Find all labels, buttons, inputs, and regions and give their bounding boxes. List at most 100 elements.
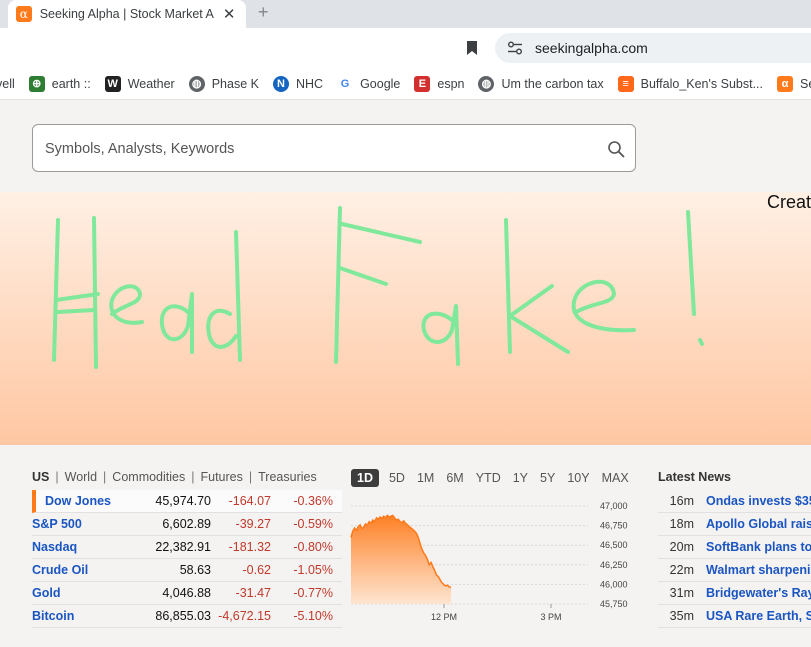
news-headline[interactable]: Bridgewater's Ray <box>706 586 811 600</box>
bookmark-item[interactable]: α Seek <box>777 75 811 92</box>
create-account-cta[interactable]: Creat <box>767 192 811 213</box>
index-chart[interactable]: 47,000 46,750 46,500 46,250 46,000 45,750 12 P… <box>348 494 648 629</box>
url-text: seekingalpha.com <box>535 40 648 56</box>
market-region-tabs: US | World | Commodities | Futures | Treasuries <box>32 470 317 484</box>
tab-separator: | <box>55 470 59 484</box>
tab-commodities[interactable]: Commodities <box>112 470 185 484</box>
quote-name[interactable]: Nasdaq <box>32 540 77 554</box>
bookmark-label: NHC <box>295 76 324 91</box>
quote-name[interactable]: Crude Oil <box>32 563 88 577</box>
range-1d[interactable]: 1D <box>351 469 379 487</box>
quote-name[interactable]: Bitcoin <box>32 609 74 623</box>
bookmark-item[interactable]: W Weather <box>104 75 175 92</box>
bookmark-label: vell <box>0 76 15 91</box>
quote-change: -164.07 <box>228 494 271 508</box>
news-item[interactable]: 35m USA Rare Earth, Se <box>658 605 811 628</box>
bookmark-item[interactable]: ⊕ earth :: <box>28 75 91 92</box>
tab-world[interactable]: World <box>65 470 97 484</box>
seeking-alpha-icon: α <box>777 75 794 92</box>
news-time: 31m <box>669 586 694 600</box>
range-10y[interactable]: 10Y <box>567 469 589 487</box>
range-1y[interactable]: 1Y <box>513 469 528 487</box>
news-item[interactable]: 31m Bridgewater's Ray <box>658 582 811 605</box>
handwritten-annotation <box>52 206 704 369</box>
search-input[interactable] <box>45 137 585 161</box>
bookmark-icon[interactable] <box>466 40 478 56</box>
search-icon[interactable] <box>607 140 625 158</box>
address-bar[interactable]: seekingalpha.com <box>495 33 811 63</box>
quote-change: -4,672.15 <box>218 609 271 623</box>
range-6m[interactable]: 6M <box>446 469 463 487</box>
bookmark-item[interactable]: G Google <box>337 76 401 92</box>
quote-name[interactable]: S&P 500 <box>32 517 82 531</box>
bookmark-item[interactable]: ≡ Buffalo_Ken's Subst... <box>617 75 764 92</box>
espn-icon: E <box>414 75 431 92</box>
bookmark-label: espn <box>437 76 465 91</box>
new-tab-button[interactable]: + <box>258 2 269 23</box>
bookmark-item[interactable]: vell <box>0 77 15 91</box>
quote-percent: -1.05% <box>293 563 333 577</box>
quote-name[interactable]: Dow Jones <box>45 494 111 508</box>
range-ytd[interactable]: YTD <box>476 469 501 487</box>
tab-futures[interactable]: Futures <box>200 470 242 484</box>
quote-price: 4,046.88 <box>162 586 211 600</box>
promo-banner[interactable] <box>0 192 811 445</box>
bookmark-item[interactable]: Eespn <box>414 75 465 92</box>
bookmark-label: Seek <box>800 76 811 91</box>
quote-price: 6,602.89 <box>162 517 211 531</box>
quote-change: -181.32 <box>228 540 271 554</box>
globe-icon: ◍ <box>478 75 495 92</box>
news-headline[interactable]: SoftBank plans to <box>706 540 811 554</box>
news-item[interactable]: 22m Walmart sharpenin <box>658 559 811 582</box>
y-tick-label: 47,000 <box>600 501 628 511</box>
news-headline[interactable]: Walmart sharpenin <box>706 563 811 577</box>
bookmark-label: earth :: <box>51 76 91 91</box>
news-headline[interactable]: Apollo Global raise <box>706 517 811 531</box>
bookmark-label: Um the carbon tax <box>501 76 604 91</box>
quote-change: -0.62 <box>242 563 272 577</box>
news-time: 18m <box>669 517 694 531</box>
close-icon[interactable]: ✕ <box>220 5 238 23</box>
search-box[interactable] <box>32 124 636 172</box>
news-time: 22m <box>669 563 694 577</box>
chart-area <box>351 515 451 604</box>
quote-row[interactable]: S&P 500 6,602.89 -39.27 -0.59% <box>32 513 342 536</box>
tab-treasuries[interactable]: Treasuries <box>258 470 317 484</box>
y-tick-label: 46,750 <box>600 521 628 531</box>
bookmark-item[interactable]: N NHC <box>272 75 324 92</box>
site-settings-icon[interactable] <box>507 41 523 55</box>
news-item[interactable]: 18m Apollo Global raise <box>658 513 811 536</box>
tab-separator: | <box>248 470 253 484</box>
range-1m[interactable]: 1M <box>417 469 434 487</box>
substack-icon: ≡ <box>617 75 634 92</box>
quote-row[interactable]: Crude Oil 58.63 -0.62 -1.05% <box>32 559 342 582</box>
y-tick-label: 45,750 <box>600 599 628 609</box>
quote-name[interactable]: Gold <box>32 586 60 600</box>
quote-row[interactable]: Gold 4,046.88 -31.47 -0.77% <box>32 582 342 605</box>
tab-us[interactable]: US <box>32 470 49 484</box>
news-item[interactable]: 16m Ondas invests $35 <box>658 490 811 513</box>
news-headline[interactable]: USA Rare Earth, Se <box>706 609 811 623</box>
range-5y[interactable]: 5Y <box>540 469 555 487</box>
quote-percent: -0.80% <box>293 540 333 554</box>
bookmark-item[interactable]: ◍ Phase K <box>188 75 259 92</box>
browser-tab-strip: α Seeking Alpha | Stock Market Analysis … <box>0 0 811 28</box>
news-headline[interactable]: Ondas invests $35 <box>706 494 811 508</box>
google-icon: G <box>340 77 350 90</box>
range-max[interactable]: MAX <box>602 469 629 487</box>
quote-percent: -0.36% <box>293 494 333 508</box>
bookmark-label: Buffalo_Ken's Subst... <box>640 76 764 91</box>
bookmark-label: Google <box>360 76 401 91</box>
quote-row[interactable]: Dow Jones 45,974.70 -164.07 -0.36% <box>32 490 342 513</box>
bookmark-label: Phase K <box>211 76 259 91</box>
quote-price: 22,382.91 <box>155 540 211 554</box>
bookmark-item[interactable]: ◍ Um the carbon tax <box>478 75 604 92</box>
active-tab[interactable]: α Seeking Alpha | Stock Market Analysis … <box>8 0 246 28</box>
quote-row[interactable]: Nasdaq 22,382.91 -181.32 -0.80% <box>32 536 342 559</box>
y-tick-label: 46,500 <box>600 540 628 550</box>
browser-toolbar: seekingalpha.com <box>0 28 811 68</box>
quote-row[interactable]: Bitcoin 86,855.03 -4,672.15 -5.10% <box>32 605 342 628</box>
range-5d[interactable]: 5D <box>389 469 405 487</box>
news-item[interactable]: 20m SoftBank plans to <box>658 536 811 559</box>
bookmarks-bar: vell ⊕ earth ::W Weather ◍ Phase K N NHC G Google… <box>0 68 811 100</box>
